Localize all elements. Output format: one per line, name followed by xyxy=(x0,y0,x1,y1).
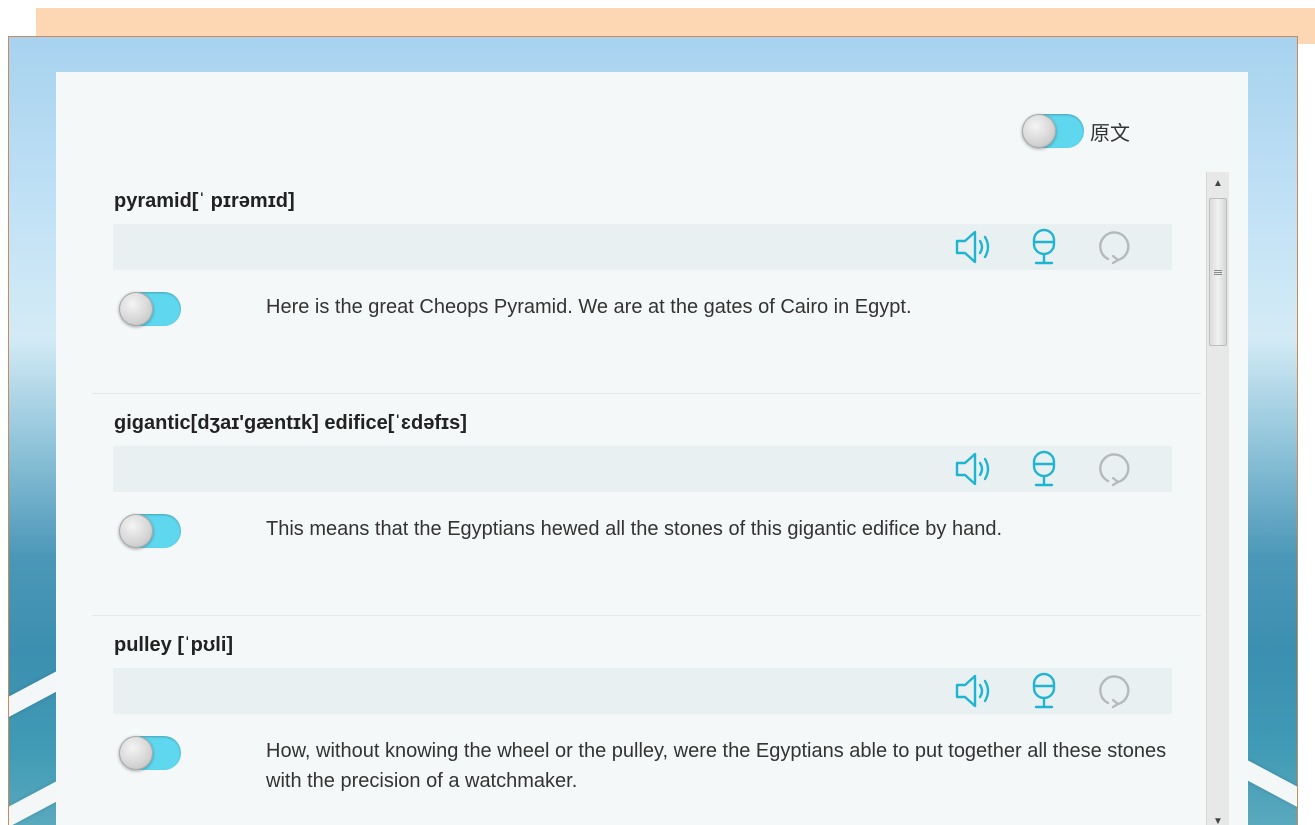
microphone-icon[interactable] xyxy=(1022,228,1066,266)
speaker-icon[interactable] xyxy=(952,672,996,710)
word-title: pulley [ˈpʊli] xyxy=(114,634,234,656)
speaker-icon[interactable] xyxy=(952,228,996,266)
word-title: pyramid[ˈ pɪrəmɪd] xyxy=(114,190,295,212)
original-text-toggle-group: 原文 xyxy=(1022,114,1130,148)
list-item: gigantic[dʒaɪ'gæntɪk] edifice[ˈɛdəfɪs] T… xyxy=(92,394,1201,616)
content-panel: 原文 pyramid[ˈ pɪrəmɪd] Here is the great … xyxy=(56,72,1248,825)
tool-icons xyxy=(952,228,1136,266)
replay-icon[interactable] xyxy=(1092,450,1136,488)
scrollbar-thumb[interactable] xyxy=(1209,198,1227,346)
sentence-toggle[interactable] xyxy=(119,292,181,326)
original-text-label: 原文 xyxy=(1090,122,1130,145)
grip-icon xyxy=(1214,269,1222,276)
word-title: gigantic[dʒaɪ'gæntɪk] edifice[ˈɛdəfɪs] xyxy=(114,412,467,434)
example-sentence: This means that the Egyptians hewed all … xyxy=(266,518,1002,540)
audio-tool-strip xyxy=(113,446,1172,492)
toggle-knob xyxy=(119,514,153,548)
sentence-toggle[interactable] xyxy=(119,514,181,548)
toggle-knob xyxy=(119,292,153,326)
microphone-icon[interactable] xyxy=(1022,672,1066,710)
speaker-icon[interactable] xyxy=(952,450,996,488)
toggle-knob xyxy=(119,736,153,770)
tool-icons xyxy=(952,672,1136,710)
scroll-down-arrow-icon[interactable]: ▼ xyxy=(1207,810,1229,825)
sentence-list: pyramid[ˈ pɪrəmɪd] Here is the great Che… xyxy=(56,172,1201,825)
replay-icon[interactable] xyxy=(1092,228,1136,266)
list-item: pyramid[ˈ pɪrəmɪd] Here is the great Che… xyxy=(92,172,1201,394)
app-window: 原文 pyramid[ˈ pɪrəmɪd] Here is the great … xyxy=(8,36,1298,825)
toggle-knob xyxy=(1022,114,1056,148)
replay-icon[interactable] xyxy=(1092,672,1136,710)
original-text-toggle[interactable] xyxy=(1022,114,1084,148)
sentence-toggle[interactable] xyxy=(119,736,181,770)
list-item: pulley [ˈpʊli] How, without knowing the … xyxy=(92,616,1201,825)
tool-icons xyxy=(952,450,1136,488)
example-sentence: How, without knowing the wheel or the pu… xyxy=(266,740,1167,792)
scroll-up-arrow-icon[interactable]: ▲ xyxy=(1207,172,1229,194)
audio-tool-strip xyxy=(113,224,1172,270)
vertical-scrollbar[interactable]: ▲ ▼ xyxy=(1206,172,1229,825)
example-sentence: Here is the great Cheops Pyramid. We are… xyxy=(266,296,912,318)
microphone-icon[interactable] xyxy=(1022,450,1066,488)
audio-tool-strip xyxy=(113,668,1172,714)
